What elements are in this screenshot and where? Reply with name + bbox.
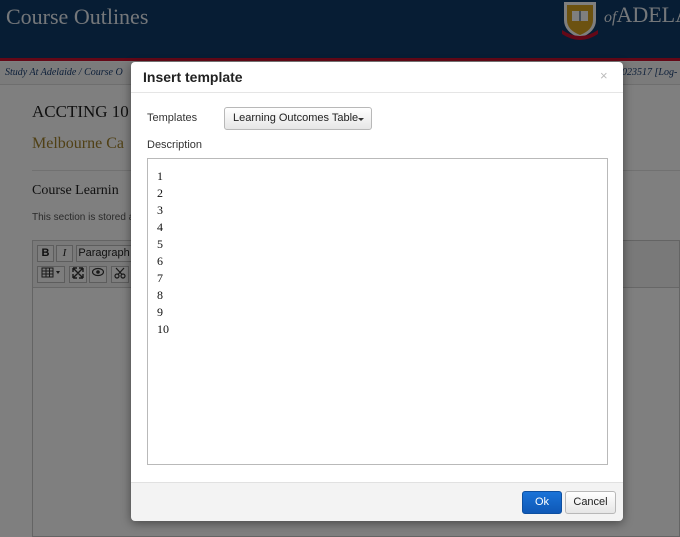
description-line: 6 [157,254,163,268]
description-content: 1 2 3 4 5 6 7 8 9 10 [157,168,169,338]
description-line: 8 [157,288,163,302]
template-selected-value: Learning Outcomes Table [233,112,359,124]
description-preview[interactable]: 1 2 3 4 5 6 7 8 9 10 [147,158,608,465]
description-line: 3 [157,203,163,217]
description-line: 7 [157,271,163,285]
description-label: Description [147,139,203,151]
cancel-button[interactable]: Cancel [565,491,616,514]
description-line: 5 [157,237,163,251]
description-line: 1 [157,169,163,183]
description-line: 10 [157,322,169,336]
description-line: 2 [157,186,163,200]
ok-button[interactable]: Ok [522,491,562,514]
dialog-title: Insert template [143,69,243,85]
caret-down-icon [358,118,364,121]
insert-template-dialog: Insert template × Templates Learning Out… [131,62,623,521]
dialog-header: Insert template × [131,62,623,93]
description-line: 9 [157,305,163,319]
template-dropdown[interactable]: Learning Outcomes Table [224,107,372,130]
dialog-footer: Ok Cancel [131,482,623,521]
close-icon[interactable]: × [600,68,608,83]
templates-label: Templates [147,112,198,124]
description-line: 4 [157,220,163,234]
